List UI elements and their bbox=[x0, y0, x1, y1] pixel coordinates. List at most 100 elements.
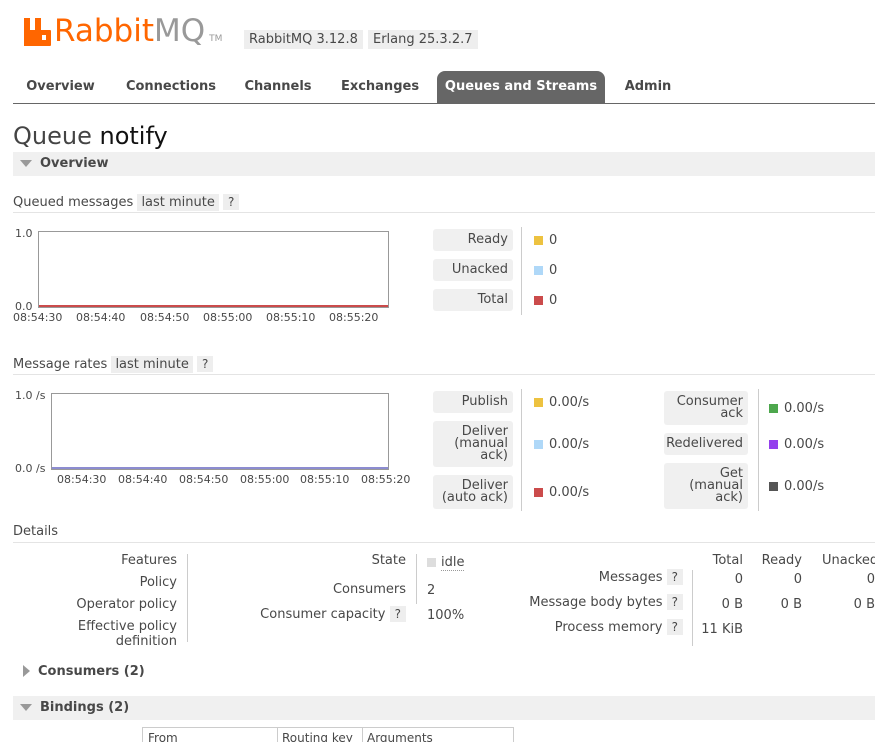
messages-help-button[interactable]: ? bbox=[666, 569, 683, 585]
process-memory-help-button[interactable]: ? bbox=[666, 619, 683, 635]
tab-channels[interactable]: Channels bbox=[235, 71, 321, 103]
page-title-prefix: Queue bbox=[13, 122, 92, 150]
legend-unacked-label: Unacked bbox=[433, 259, 513, 281]
queued-messages-chart bbox=[38, 231, 389, 308]
rates-x-tick: 08:54:50 bbox=[179, 473, 229, 486]
legend-redelivered-label: Redelivered bbox=[664, 433, 748, 455]
operator-policy-label: Operator policy bbox=[76, 597, 177, 612]
consumer-ack-rate-value: 0.00/s bbox=[784, 401, 825, 416]
consumers-label: Consumers bbox=[332, 582, 406, 597]
bindings-col-arguments: Arguments bbox=[367, 731, 433, 742]
publish-swatch bbox=[534, 398, 543, 407]
body-bytes-help-button[interactable]: ? bbox=[666, 594, 683, 610]
logo-trademark: TM bbox=[209, 34, 223, 44]
logo-text-mq: MQ bbox=[153, 13, 206, 49]
publish-rate: 0.00/s bbox=[534, 395, 589, 410]
rates-y-tick-bottom: 0.0 /s bbox=[15, 462, 46, 475]
erlang-version-badge: Erlang 25.3.2.7 bbox=[368, 30, 478, 49]
messages-row-label: Messages ? bbox=[500, 569, 683, 585]
get-manual-rate: 0.00/s bbox=[769, 479, 824, 494]
consumers-section-toggle[interactable]: Consumers (2) bbox=[13, 660, 875, 684]
bindings-col-divider bbox=[362, 728, 363, 742]
legend-total-label: Total bbox=[433, 289, 513, 311]
queued-x-tick: 08:54:50 bbox=[140, 311, 190, 324]
ready-swatch bbox=[534, 236, 543, 245]
legend-total-value: 0 bbox=[534, 293, 557, 308]
deliver-auto-rate-value: 0.00/s bbox=[549, 485, 590, 500]
redelivered-swatch bbox=[769, 440, 778, 449]
queued-y-tick-top: 1.0 bbox=[15, 227, 33, 240]
rabbitmq-version-badge: RabbitMQ 3.12.8 bbox=[244, 30, 363, 49]
rates-x-tick: 08:55:10 bbox=[300, 473, 350, 486]
tab-queues-and-streams[interactable]: Queues and Streams bbox=[437, 71, 605, 103]
rates-left-divider bbox=[521, 389, 522, 511]
body-bytes-label: Message body bytes bbox=[529, 595, 663, 610]
process-memory-label: Process memory bbox=[554, 620, 663, 635]
details-label: Details bbox=[13, 524, 59, 539]
tab-overview[interactable]: Overview bbox=[13, 71, 108, 103]
unacked-value: 0 bbox=[549, 263, 558, 278]
get-manual-rate-value: 0.00/s bbox=[784, 479, 825, 494]
consumers-value: 2 bbox=[427, 583, 436, 598]
expand-triangle-icon bbox=[23, 665, 30, 677]
get-manual-swatch bbox=[769, 482, 778, 491]
message-rates-header: Message rates last minute ? bbox=[13, 354, 875, 375]
state-idle-swatch bbox=[427, 558, 436, 567]
legend-get-manual-label: Get (manual ack) bbox=[664, 463, 748, 509]
bindings-col-divider bbox=[277, 728, 278, 742]
message-rates-label: Message rates bbox=[13, 357, 108, 372]
details-header: Details bbox=[13, 522, 875, 543]
consumer-ack-swatch bbox=[769, 404, 778, 413]
messages-total: 0 bbox=[734, 572, 743, 587]
consumers-section-label: Consumers (2) bbox=[38, 664, 145, 679]
queued-x-tick: 08:55:10 bbox=[266, 311, 316, 324]
rates-range-selector[interactable]: last minute bbox=[111, 356, 193, 373]
page-title: Queue notify bbox=[13, 122, 168, 150]
consumer-capacity-value: 100% bbox=[427, 608, 465, 623]
details-divider-1 bbox=[187, 554, 188, 642]
effective-policy-label: Effective policy definition bbox=[77, 619, 177, 649]
process-memory-row-label: Process memory ? bbox=[500, 619, 683, 635]
messages-label: Messages bbox=[598, 570, 663, 585]
collapse-triangle-icon bbox=[20, 159, 32, 167]
tab-admin[interactable]: Admin bbox=[617, 71, 679, 103]
legend-divider bbox=[521, 227, 522, 315]
legend-ready-value: 0 bbox=[534, 233, 557, 248]
legend-unacked-value: 0 bbox=[534, 263, 557, 278]
message-rates-chart bbox=[51, 393, 389, 470]
ready-value: 0 bbox=[549, 233, 558, 248]
consumer-capacity-text: Consumer capacity bbox=[260, 607, 386, 622]
tab-connections[interactable]: Connections bbox=[118, 71, 224, 103]
overview-section-label: Overview bbox=[40, 156, 109, 171]
overview-section-toggle[interactable]: Overview bbox=[13, 152, 875, 176]
legend-publish-label: Publish bbox=[433, 391, 513, 413]
capacity-help-button[interactable]: ? bbox=[389, 606, 406, 622]
queue-name: notify bbox=[99, 122, 168, 150]
rabbitmq-logo[interactable]: RabbitMQ TM bbox=[24, 13, 223, 49]
features-label: Features bbox=[121, 553, 177, 568]
queued-messages-label: Queued messages bbox=[13, 195, 134, 210]
consumer-capacity-label: Consumer capacity ? bbox=[200, 606, 406, 622]
bindings-section-toggle[interactable]: Bindings (2) bbox=[13, 696, 875, 720]
details-divider-2 bbox=[416, 554, 417, 604]
state-idle-text[interactable]: idle bbox=[441, 555, 465, 571]
queued-help-button[interactable]: ? bbox=[223, 194, 240, 210]
messages-unacked: 0 bbox=[866, 572, 875, 587]
collapse-triangle-icon bbox=[20, 703, 32, 711]
redelivered-rate-value: 0.00/s bbox=[784, 437, 825, 452]
unacked-swatch bbox=[534, 266, 543, 275]
queued-x-tick: 08:54:40 bbox=[76, 311, 126, 324]
rates-help-button[interactable]: ? bbox=[197, 356, 214, 372]
body-bytes-unacked: 0 B bbox=[853, 597, 875, 612]
legend-deliver-manual-label: Deliver (manual ack) bbox=[433, 421, 513, 467]
queued-x-tick: 08:55:20 bbox=[329, 311, 379, 324]
main-nav-tabs: Overview Connections Channels Exchanges … bbox=[13, 71, 875, 104]
state-label: State bbox=[371, 553, 406, 568]
tab-exchanges[interactable]: Exchanges bbox=[333, 71, 427, 103]
logo-text-rabbit: Rabbit bbox=[54, 13, 154, 49]
bindings-table: From Routing key Arguments bbox=[142, 727, 514, 742]
queued-range-selector[interactable]: last minute bbox=[137, 194, 219, 211]
legend-consumer-ack-label: Consumer ack bbox=[664, 391, 748, 425]
messages-ready: 0 bbox=[793, 572, 802, 587]
consumer-ack-rate: 0.00/s bbox=[769, 401, 824, 416]
